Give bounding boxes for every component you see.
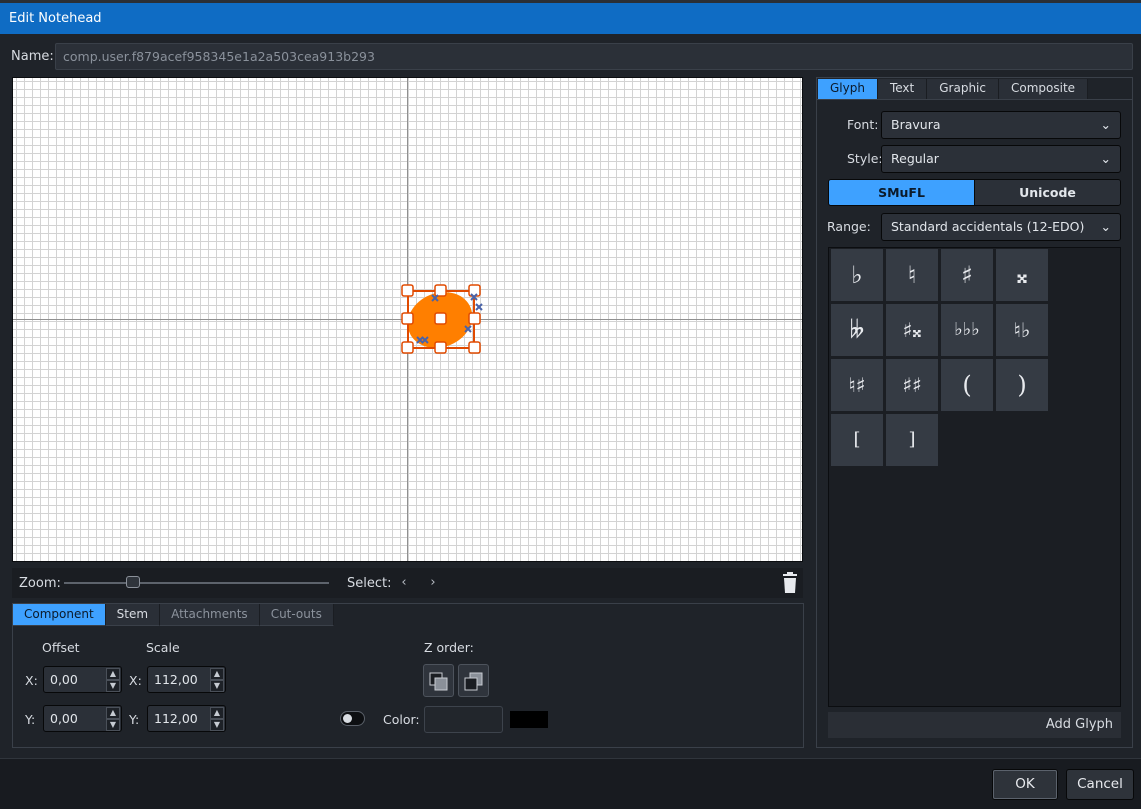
scale-x-value: 112,00 [154, 672, 198, 687]
scale-label: Scale [146, 640, 180, 655]
color-input[interactable] [424, 706, 503, 733]
tab-composite[interactable]: Composite [999, 79, 1089, 99]
scale-x-input[interactable]: 112,00 ▲ ▼ [147, 666, 226, 693]
glyph-cell-paren-left[interactable]: ( [940, 358, 994, 412]
select-next-button[interactable]: › [424, 574, 442, 592]
glyph-cell-double-sharp[interactable]: 𝄪 [995, 248, 1049, 302]
smufl-button[interactable]: SMuFL [829, 180, 974, 205]
scale-x-label: X: [129, 673, 142, 688]
color-toggle[interactable] [340, 711, 365, 726]
glyph-cell-sharp[interactable]: ♯ [940, 248, 994, 302]
decrement-arrow-icon[interactable]: ▼ [106, 719, 120, 731]
name-label: Name: [11, 49, 54, 64]
glyph-cell-bracket-right[interactable]: ] [885, 413, 939, 467]
zoom-slider-track[interactable] [64, 582, 329, 584]
font-value: Bravura [891, 117, 941, 132]
chevron-down-icon: ⌄ [1100, 117, 1111, 132]
tab-text[interactable]: Text [877, 79, 928, 99]
select-label: Select: [347, 576, 392, 591]
offset-x-label: X: [25, 673, 38, 688]
style-label: Style: [847, 151, 883, 166]
offset-y-label: Y: [25, 712, 36, 727]
glyph-cell-paren-right[interactable]: ) [995, 358, 1049, 412]
decrement-arrow-icon[interactable]: ▼ [106, 680, 120, 692]
glyph-cell-sharp-sharp[interactable]: ♯♯ [885, 358, 939, 412]
offset-label: Offset [42, 640, 80, 655]
cancel-button[interactable]: Cancel [1066, 769, 1134, 800]
glyph-cell-triple-flat[interactable]: ♭♭♭ [940, 303, 994, 357]
window-title: Edit Notehead [0, 3, 1141, 34]
tab-attachments[interactable]: Attachments [160, 604, 260, 626]
offset-y-input[interactable]: 0,00 ▲ ▼ [43, 705, 122, 732]
range-value: Standard accidentals (12-EDO) [891, 219, 1085, 234]
tab-graphic[interactable]: Graphic [927, 79, 999, 99]
ok-button[interactable]: OK [992, 769, 1058, 800]
font-label: Font: [847, 117, 879, 132]
tab-glyph[interactable]: Glyph [818, 79, 878, 99]
glyph-cell-triple-sharp[interactable]: ♯𝄪 [885, 303, 939, 357]
range-label: Range: [827, 219, 871, 234]
increment-arrow-icon[interactable]: ▲ [106, 668, 120, 680]
component-tabs: Component Stem Attachments Cut-outs [13, 604, 334, 626]
color-swatch[interactable] [510, 711, 548, 728]
bring-forward-icon [464, 672, 483, 691]
decrement-arrow-icon[interactable]: ▼ [210, 719, 224, 731]
glyph-cell-natural-flat[interactable]: ♮♭ [995, 303, 1049, 357]
color-label: Color: [383, 712, 420, 727]
decrement-arrow-icon[interactable]: ▼ [210, 680, 224, 692]
font-dropdown[interactable]: Bravura ⌄ [881, 111, 1121, 139]
notehead-canvas[interactable] [12, 77, 803, 562]
zoom-label: Zoom: [19, 576, 61, 591]
unicode-button[interactable]: Unicode [974, 180, 1120, 205]
notehead-glyph[interactable] [398, 282, 498, 362]
range-dropdown[interactable]: Standard accidentals (12-EDO) ⌄ [881, 213, 1121, 241]
chevron-down-icon: ⌄ [1100, 219, 1111, 234]
tab-cut-outs[interactable]: Cut-outs [259, 604, 334, 626]
add-glyph-button[interactable]: Add Glyph [828, 712, 1121, 738]
style-dropdown[interactable]: Regular ⌄ [881, 145, 1121, 173]
offset-x-value: 0,00 [50, 672, 78, 687]
style-value: Regular [891, 151, 939, 166]
scale-y-input[interactable]: 112,00 ▲ ▼ [147, 705, 226, 732]
glyph-source-toggle: SMuFL Unicode [828, 179, 1121, 206]
glyph-grid: ♭ ♮ ♯ 𝄪 𝄫 ♯𝄪 ♭♭♭ ♮♭ ♮♯ ♯♯ ( ) [ ] [828, 247, 1121, 707]
name-field[interactable]: comp.user.f879acef958345e1a2a503cea913b2… [55, 43, 1133, 70]
resize-handles [401, 284, 481, 354]
glyph-cell-natural[interactable]: ♮ [885, 248, 939, 302]
glyph-cell-flat[interactable]: ♭ [830, 248, 884, 302]
tab-component[interactable]: Component [13, 604, 106, 626]
glyph-cell-double-flat[interactable]: 𝄫 [830, 303, 884, 357]
glyph-cell-bracket-left[interactable]: [ [830, 413, 884, 467]
select-prev-button[interactable]: ‹ [395, 574, 413, 592]
zoom-slider-thumb[interactable] [126, 576, 140, 588]
bring-forward-button[interactable] [458, 664, 489, 697]
increment-arrow-icon[interactable]: ▲ [210, 668, 224, 680]
glyph-panel-tabs: Glyph Text Graphic Composite [818, 79, 1089, 99]
scale-y-value: 112,00 [154, 711, 198, 726]
z-order-label: Z order: [424, 640, 474, 655]
offset-x-input[interactable]: 0,00 ▲ ▼ [43, 666, 122, 693]
increment-arrow-icon[interactable]: ▲ [210, 707, 224, 719]
offset-y-value: 0,00 [50, 711, 78, 726]
send-backward-icon [429, 672, 448, 691]
glyph-cell-natural-sharp[interactable]: ♮♯ [830, 358, 884, 412]
trash-icon[interactable] [780, 572, 800, 594]
chevron-down-icon: ⌄ [1100, 151, 1111, 166]
tab-stem[interactable]: Stem [105, 604, 161, 626]
scale-y-label: Y: [129, 712, 140, 727]
send-backward-button[interactable] [423, 664, 454, 697]
tab-underline [817, 99, 1132, 100]
increment-arrow-icon[interactable]: ▲ [106, 707, 120, 719]
dialog-button-bar [0, 758, 1141, 809]
zoom-bar: Zoom: Select: ‹ › [12, 568, 803, 598]
